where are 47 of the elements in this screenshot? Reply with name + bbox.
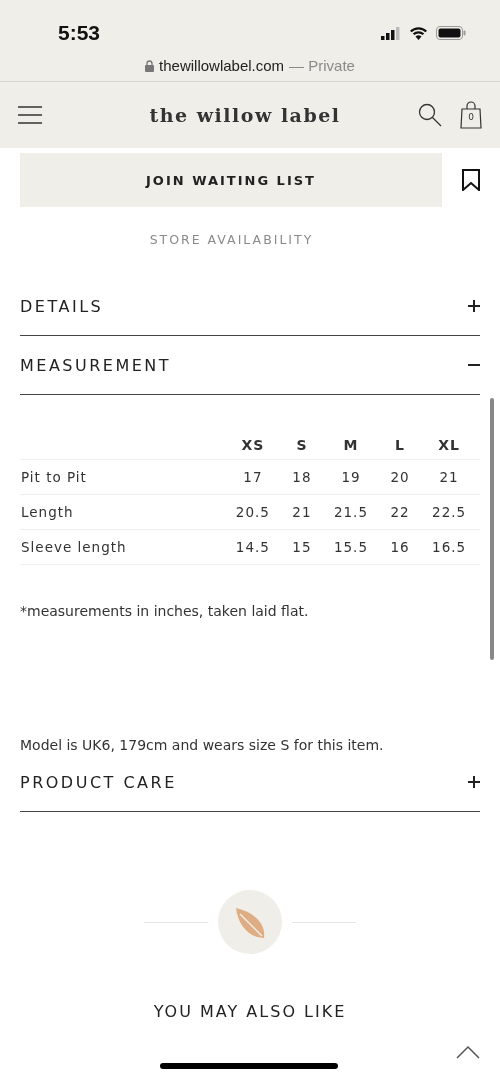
logo[interactable]: the willow label <box>72 104 418 126</box>
note-text: *measurements in inches, taken laid flat. <box>20 603 310 619</box>
scrollbar[interactable] <box>490 398 494 660</box>
signal-icon <box>381 26 401 40</box>
table-cell: 18 <box>283 459 321 495</box>
size-header: L <box>381 431 419 460</box>
private-label: — Private <box>289 57 355 74</box>
size-header: M <box>320 431 382 460</box>
battery-icon <box>436 26 466 40</box>
table-cell: 17 <box>222 459 284 495</box>
store-availability-link[interactable]: STORE AVAILABILITY <box>20 232 443 248</box>
row-label: Sleeve length <box>20 529 222 565</box>
table-cell: 21 <box>283 494 321 530</box>
join-waiting-list-button[interactable]: JOIN WAITING LIST <box>20 153 442 207</box>
menu-icon[interactable] <box>18 106 42 124</box>
table-cell: 19 <box>320 459 382 495</box>
table-cell: 22.5 <box>418 494 480 530</box>
size-header: S <box>283 431 321 460</box>
wifi-icon <box>409 26 428 40</box>
table-cell: 16.5 <box>418 529 480 565</box>
table-cell: 20.5 <box>222 494 284 530</box>
accordion-header[interactable]: DETAILS <box>20 277 480 336</box>
plus-icon[interactable] <box>468 300 480 312</box>
clock-time: 5:53 <box>58 20 101 45</box>
table-cell: 15.5 <box>320 529 382 565</box>
size-header: XL <box>418 431 480 460</box>
section-heading: YOU MAY ALSO LIKE <box>152 1002 348 1021</box>
leaf-icon <box>218 890 282 954</box>
bookmark-icon[interactable] <box>462 169 480 191</box>
url-text[interactable]: thewillowlabel.com <box>159 57 285 74</box>
search-icon[interactable] <box>418 103 442 127</box>
scroll-to-top-icon[interactable] <box>456 1045 480 1059</box>
accordion-header[interactable]: PRODUCT CARE <box>20 753 480 812</box>
note-text: Model is UK6, 179cm and wears size S for this item. <box>20 737 385 753</box>
row-label: Length <box>20 494 222 530</box>
table-cell: 21 <box>418 459 480 495</box>
table-cell: 15 <box>283 529 321 565</box>
lock-icon <box>145 59 155 72</box>
plus-icon[interactable] <box>468 776 480 788</box>
accordion-header[interactable]: MEASUREMENT <box>20 336 480 395</box>
size-header: XS <box>222 431 284 460</box>
table-cell: 16 <box>381 529 419 565</box>
table-cell: 22 <box>381 494 419 530</box>
table-cell: 14.5 <box>222 529 284 565</box>
table-cell: 20 <box>381 459 419 495</box>
row-label: Pit to Pit <box>20 459 222 495</box>
table-cell: 21.5 <box>320 494 382 530</box>
